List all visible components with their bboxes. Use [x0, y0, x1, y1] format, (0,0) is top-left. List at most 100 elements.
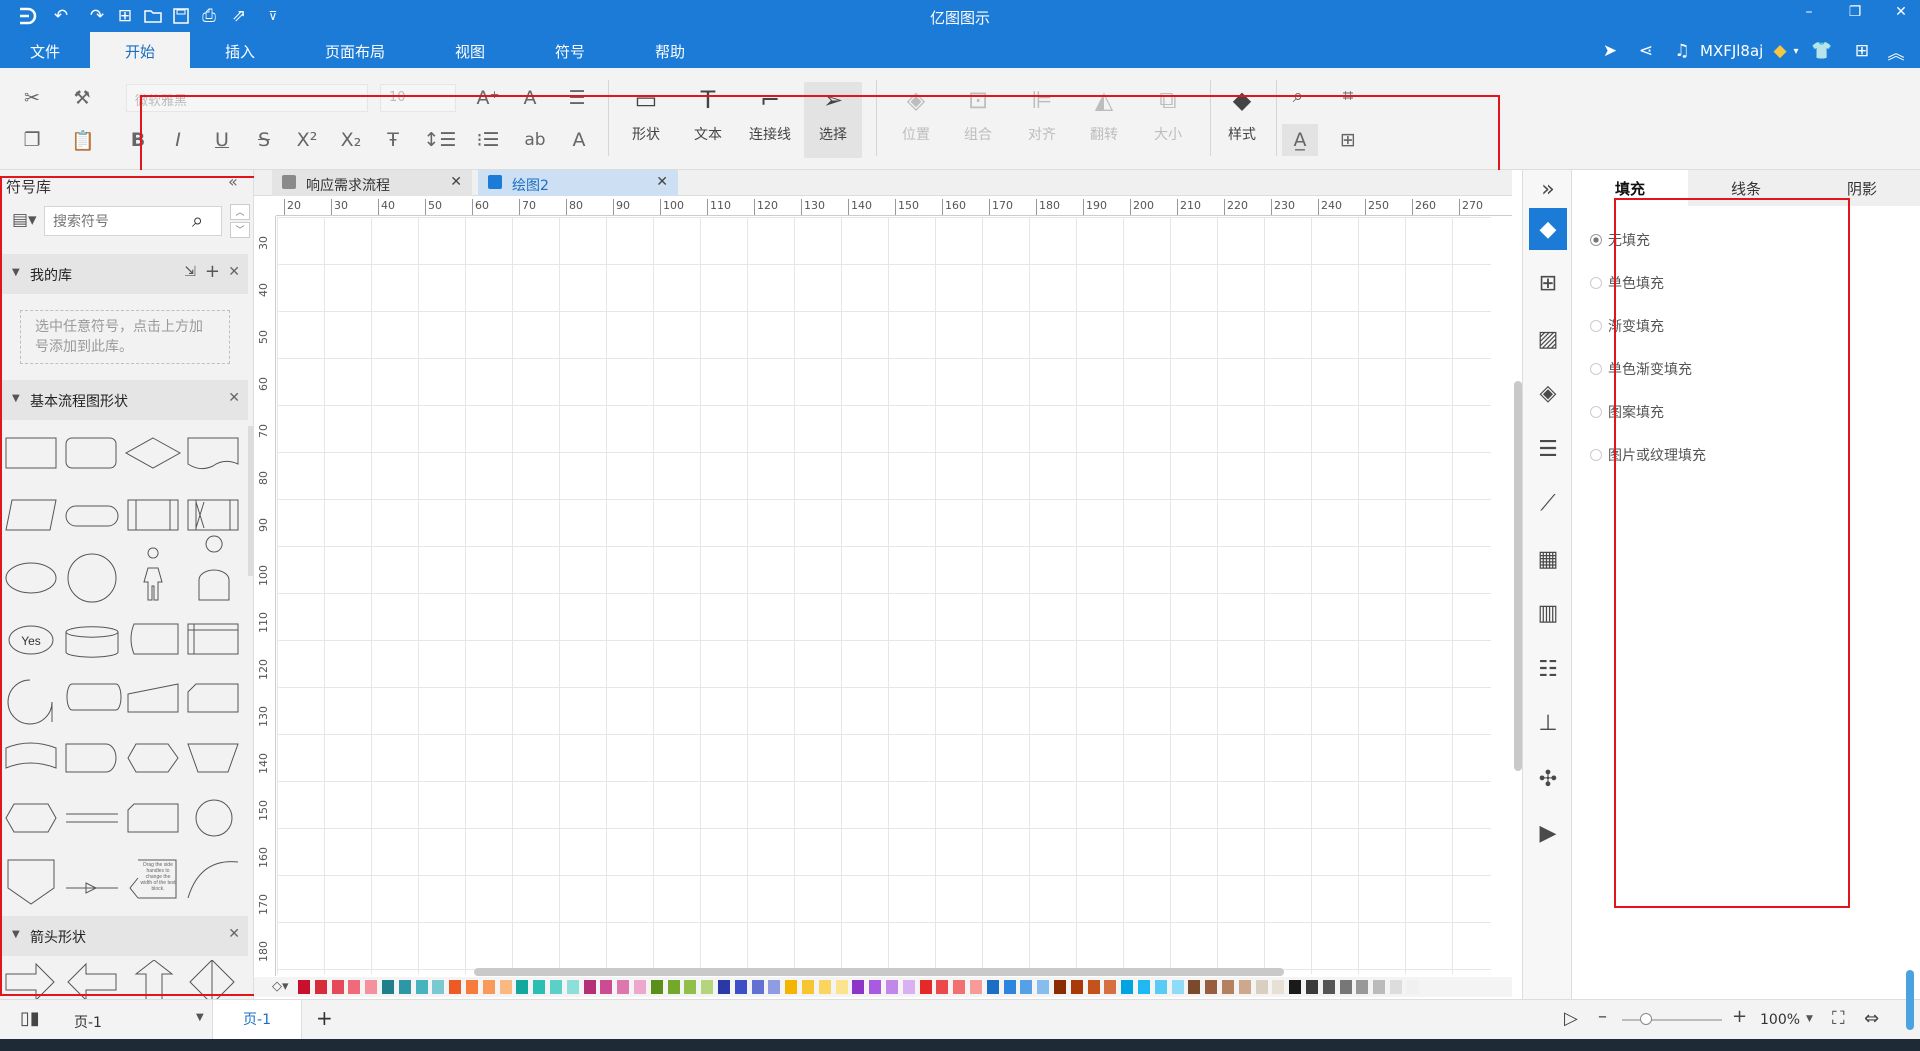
close-section-icon[interactable]: ✕ — [228, 390, 240, 406]
color-swatch[interactable] — [298, 980, 310, 994]
menu-symbol[interactable]: 符号 — [520, 32, 620, 68]
text-align-icon[interactable]: ☰ — [560, 84, 594, 112]
page-props-icon[interactable]: ☰ — [1529, 430, 1567, 468]
font-grow-icon[interactable]: A⁺ — [474, 84, 502, 112]
search-icon[interactable]: ⌕ — [192, 208, 203, 232]
color-swatch[interactable] — [650, 980, 663, 994]
minimize-button[interactable]: – — [1792, 4, 1826, 26]
color-swatch[interactable] — [1003, 980, 1016, 994]
zoom-in-icon[interactable]: + — [1732, 1006, 1747, 1027]
user-dropdown-icon[interactable]: ▾ — [1790, 38, 1802, 64]
shape-sequential-data[interactable] — [7, 679, 53, 725]
color-swatch[interactable] — [1037, 980, 1050, 994]
scroll-up-icon[interactable]: ︿ — [230, 204, 250, 220]
shape-arc[interactable] — [187, 861, 239, 899]
color-swatch[interactable] — [348, 980, 361, 994]
spell-check-icon[interactable]: A̲ — [1282, 124, 1318, 156]
color-swatch[interactable] — [1306, 980, 1318, 994]
font-size-combo[interactable]: 10 — [380, 84, 456, 112]
fill-option-gradient[interactable]: 渐变填充 — [1590, 316, 1664, 336]
library-menu-icon[interactable]: ▤▾ — [12, 210, 37, 230]
zoom-level[interactable]: 100% — [1760, 1012, 1800, 1028]
shape-rounded-process[interactable] — [65, 437, 117, 469]
add-page-icon[interactable]: + — [316, 1006, 333, 1030]
collapse-left-icon[interactable]: « — [228, 172, 238, 191]
shape-database[interactable] — [65, 626, 119, 658]
color-swatch[interactable] — [398, 980, 411, 994]
shape-stored-data[interactable] — [130, 623, 179, 655]
copy-icon[interactable]: ❐ — [18, 126, 46, 154]
drawing-canvas[interactable] — [277, 217, 1491, 974]
doc-tab-1[interactable]: 响应需求流程 ✕ — [272, 170, 472, 196]
color-swatch[interactable] — [482, 980, 495, 994]
superscript-icon[interactable]: X² — [292, 126, 322, 154]
style-button[interactable]: ◆ 样式 — [1214, 82, 1270, 158]
fill-picker-icon[interactable]: ◇▾ — [272, 979, 289, 994]
line-spacing-icon[interactable]: ↕☰ — [420, 126, 460, 154]
color-swatch[interactable] — [1020, 980, 1033, 994]
fit-width-icon[interactable]: ⇔ — [1864, 1008, 1879, 1029]
shape-up-arrow[interactable] — [134, 960, 174, 999]
shape-tape[interactable] — [5, 742, 57, 769]
shape-loop-limit[interactable] — [127, 803, 179, 833]
paste-icon[interactable]: 📋 — [66, 126, 100, 154]
shape-card[interactable] — [187, 683, 239, 713]
color-swatch[interactable] — [1222, 980, 1234, 994]
color-swatch[interactable] — [785, 980, 798, 994]
color-swatch[interactable] — [667, 980, 680, 994]
flip-button[interactable]: ◭ 翻转 — [1076, 82, 1132, 158]
format-painter-icon[interactable]: ⚒ — [68, 84, 96, 112]
menu-file[interactable]: 文件 — [0, 32, 90, 68]
fill-icon[interactable]: ◆ — [1529, 208, 1567, 250]
send-icon[interactable]: ➤ — [1598, 38, 1622, 64]
shape-left-arrow[interactable] — [67, 962, 117, 999]
color-swatch[interactable] — [802, 980, 814, 994]
fill-option-pattern[interactable]: 图案填充 — [1590, 402, 1664, 422]
text-case-icon[interactable]: ab — [516, 126, 554, 154]
shape-actor[interactable] — [143, 547, 163, 601]
fit-page-icon[interactable]: ⛶ — [1832, 1008, 1845, 1029]
color-swatch[interactable] — [550, 980, 562, 994]
shape-manual-operation[interactable] — [187, 743, 239, 773]
doc-tab-2[interactable]: 绘图2 ✕ — [478, 170, 678, 196]
canvas-vertical-scrollbar[interactable] — [1514, 381, 1522, 771]
page-selector[interactable]: 页-1 — [74, 1012, 102, 1032]
apps-grid-icon[interactable]: ⊞ — [1850, 38, 1874, 64]
font-color-icon[interactable]: A — [562, 126, 596, 154]
presentation-icon[interactable]: ▶ — [1529, 814, 1567, 852]
align-button[interactable]: ⊫ 对齐 — [1014, 82, 1070, 158]
shape-data[interactable] — [5, 499, 57, 531]
color-swatch[interactable] — [634, 980, 646, 994]
user-name[interactable]: MXFJl8aj — [1700, 38, 1772, 64]
skin-tshirt-icon[interactable]: 👕 — [1810, 38, 1834, 64]
color-swatch[interactable] — [734, 980, 747, 994]
data-icon[interactable]: ▥ — [1529, 594, 1567, 632]
close-section-icon[interactable]: ✕ — [228, 264, 240, 280]
play-icon[interactable]: ▷ — [1564, 1008, 1578, 1029]
shape-process[interactable] — [5, 437, 57, 469]
color-swatch[interactable] — [684, 980, 697, 994]
grid-apps-icon[interactable]: ⊞ — [1529, 264, 1567, 302]
scroll-thumb-indicator[interactable] — [1906, 970, 1914, 1030]
text-format-icon[interactable]: Ŧ — [376, 126, 410, 154]
zoom-slider[interactable] — [1622, 1019, 1722, 1021]
color-swatch[interactable] — [382, 980, 394, 994]
color-swatch[interactable] — [600, 980, 613, 994]
menu-page-layout[interactable]: 页面布局 — [290, 32, 420, 68]
size-button[interactable]: ⧉ 大小 — [1140, 82, 1196, 158]
connector-tool-button[interactable]: ⌐ 连接线 — [742, 82, 798, 158]
shape-decision[interactable] — [124, 437, 182, 469]
zoom-slider-thumb[interactable] — [1640, 1013, 1652, 1025]
color-swatch[interactable] — [516, 980, 529, 994]
section-my-library[interactable]: ▼ 我的库 ⇲ + ✕ — [0, 254, 248, 294]
group-button[interactable]: ⊡ 组合 — [950, 82, 1006, 158]
color-swatch[interactable] — [886, 980, 898, 994]
menu-help[interactable]: 帮助 — [620, 32, 720, 68]
color-swatch[interactable] — [1406, 980, 1419, 994]
color-swatch[interactable] — [751, 980, 764, 994]
chart-icon[interactable]: ⟋ — [1529, 484, 1567, 522]
color-swatch[interactable] — [986, 980, 999, 994]
color-swatch[interactable] — [768, 980, 781, 994]
fill-option-picture[interactable]: 图片或纹理填充 — [1590, 445, 1706, 465]
color-swatch[interactable] — [566, 980, 579, 994]
